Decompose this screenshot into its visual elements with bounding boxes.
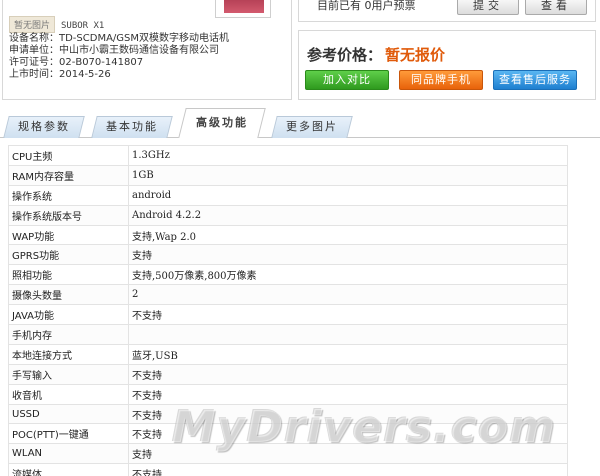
device-thumbnail[interactable] bbox=[215, 0, 271, 18]
spec-key: USSD bbox=[8, 403, 129, 425]
device-name-line: 设备名称：TD-SCDMA/GSM双模数字移动电话机 bbox=[9, 33, 230, 44]
spec-value: 不支持 bbox=[128, 363, 568, 385]
table-row: JAVA功能 不支持 bbox=[8, 304, 568, 326]
spec-key: 操作系统版本号 bbox=[8, 204, 129, 226]
spec-value: 蓝牙,USB bbox=[128, 343, 568, 365]
license-line: 许可证号：02-B070-141807 bbox=[9, 57, 144, 68]
spec-key: POC(PTT)一键通 bbox=[8, 423, 129, 445]
price-label: 参考价格： bbox=[307, 46, 383, 64]
tab-advanced-label: 高级功能 bbox=[196, 116, 248, 129]
table-row: WLAN 支持 bbox=[8, 443, 568, 465]
table-row: 流媒体 不支持 bbox=[8, 463, 568, 476]
spec-value: 1GB bbox=[128, 164, 568, 186]
table-row: 本地连接方式 蓝牙,USB bbox=[8, 343, 568, 365]
spec-value: 不支持 bbox=[128, 463, 568, 476]
table-row: 手机内存 bbox=[8, 324, 568, 345]
tab-specs-label: 规格参数 bbox=[18, 120, 70, 133]
same-brand-button[interactable]: 同品牌手机 bbox=[399, 70, 483, 90]
spec-key: CPU主频 bbox=[8, 145, 129, 166]
table-row: 照相功能 支持,500万像素,800万像素 bbox=[8, 264, 568, 286]
tab-advanced-functions[interactable]: 高级功能 bbox=[178, 108, 266, 138]
tab-more-photos[interactable]: 更多图片 bbox=[271, 116, 353, 138]
tab-bar: 规格参数 基本功能 高级功能 更多图片 bbox=[0, 108, 600, 138]
table-row: 操作系统版本号 Android 4.2.2 bbox=[8, 204, 568, 226]
spec-value bbox=[128, 324, 568, 345]
price-box: 参考价格： 暂无报价 加入对比 同品牌手机 查看售后服务 bbox=[298, 30, 596, 100]
spec-value: 2 bbox=[128, 284, 568, 306]
spec-value: 支持 bbox=[128, 443, 568, 465]
spec-key: RAM内存容量 bbox=[8, 164, 129, 186]
spec-key: 操作系统 bbox=[8, 184, 129, 206]
user-count-text: 目前已有 0用户预票 bbox=[317, 0, 416, 12]
tab-specs[interactable]: 规格参数 bbox=[3, 116, 85, 138]
spec-value: 不支持 bbox=[128, 304, 568, 326]
spec-value: android bbox=[128, 184, 568, 206]
table-row: WAP功能 支持,Wap 2.0 bbox=[8, 224, 568, 246]
table-row: 摄像头数量 2 bbox=[8, 284, 568, 306]
table-row: GPRS功能 支持 bbox=[8, 244, 568, 266]
spec-value: 不支持 bbox=[128, 403, 568, 425]
applicant-line: 申请单位：中山市小霸王数码通信设备有限公司 bbox=[9, 45, 219, 56]
tab-basic-label: 基本功能 bbox=[106, 120, 158, 133]
spec-value: 支持,500万像素,800万像素 bbox=[128, 264, 568, 286]
table-row: POC(PTT)一键通 不支持 bbox=[8, 423, 568, 445]
spec-value: 1.3GHz bbox=[128, 145, 568, 166]
spec-key: GPRS功能 bbox=[8, 244, 129, 266]
spec-key: 收音机 bbox=[8, 383, 129, 405]
table-row: 收音机 不支持 bbox=[8, 383, 568, 405]
spec-key: 手写输入 bbox=[8, 363, 129, 385]
price-value: 暂无报价 bbox=[385, 46, 446, 64]
spec-key: 手机内存 bbox=[8, 324, 129, 345]
spec-table: CPU主频 1.3GHz RAM内存容量 1GB 操作系统 android 操作系统版… bbox=[8, 145, 568, 476]
spec-key: 摄像头数量 bbox=[8, 284, 129, 306]
no-image-badge: 暂无图片 bbox=[9, 16, 56, 33]
table-row: 操作系统 android bbox=[8, 184, 568, 206]
device-details: 设备名称：TD-SCDMA/GSM双模数字移动电话机 申请单位：中山市小霸王数码… bbox=[9, 33, 294, 81]
submit-button[interactable]: 提交 bbox=[457, 0, 519, 15]
tab-basic-functions[interactable]: 基本功能 bbox=[91, 116, 173, 138]
spec-value: 支持,Wap 2.0 bbox=[128, 224, 568, 246]
spec-value: 支持 bbox=[128, 244, 568, 266]
device-info-panel: 暂无图片 SUBOR X1 设备名称：TD-SCDMA/GSM双模数字移动电话机… bbox=[2, 0, 292, 100]
spec-key: WLAN bbox=[8, 443, 129, 465]
table-row: 手写输入 不支持 bbox=[8, 363, 568, 385]
spec-key: 照相功能 bbox=[8, 264, 129, 286]
spec-key: 流媒体 bbox=[8, 463, 129, 476]
device-model: SUBOR X1 bbox=[61, 21, 105, 31]
spec-value: 不支持 bbox=[128, 383, 568, 405]
tab-photos-label: 更多图片 bbox=[286, 120, 338, 133]
table-row: CPU主频 1.3GHz bbox=[8, 145, 568, 166]
table-row: RAM内存容量 1GB bbox=[8, 164, 568, 186]
rating-box: 目前已有 0用户预票 提交 查看 bbox=[298, 0, 596, 22]
spec-value: 不支持 bbox=[128, 423, 568, 445]
release-date-line: 上市时间：2014-5-26 bbox=[9, 69, 111, 80]
spec-key: WAP功能 bbox=[8, 224, 129, 246]
add-compare-button[interactable]: 加入对比 bbox=[305, 70, 389, 90]
spec-value: Android 4.2.2 bbox=[128, 204, 568, 226]
view-button[interactable]: 查看 bbox=[525, 0, 587, 15]
after-sales-button[interactable]: 查看售后服务 bbox=[493, 70, 577, 90]
spec-key: 本地连接方式 bbox=[8, 343, 129, 365]
table-row: USSD 不支持 bbox=[8, 403, 568, 425]
spec-key: JAVA功能 bbox=[8, 304, 129, 326]
